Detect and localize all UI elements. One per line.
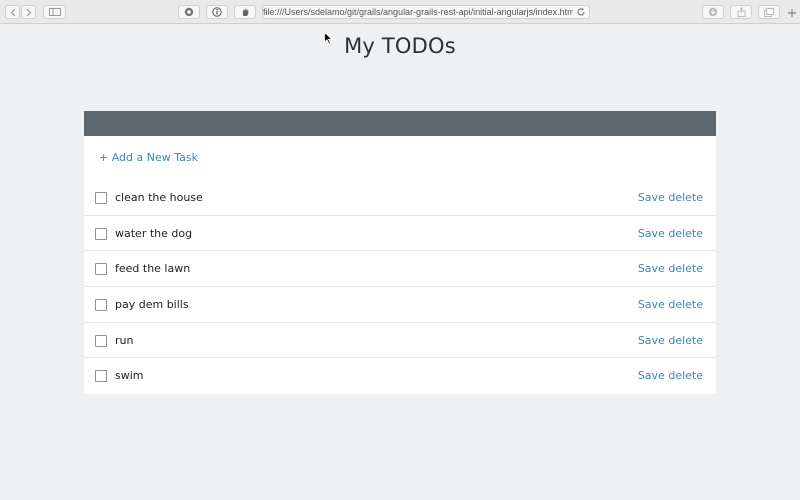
save-button[interactable]: Save — [638, 369, 665, 382]
task-row: run Save delete — [84, 323, 716, 359]
task-row: pay dem bills Save delete — [84, 287, 716, 323]
info-button[interactable] — [206, 5, 228, 19]
task-row: clean the house Save delete — [84, 180, 716, 216]
task-text[interactable]: pay dem bills — [115, 298, 189, 311]
forward-button[interactable] — [21, 5, 36, 19]
info-icon — [212, 7, 222, 17]
task-text[interactable]: feed the lawn — [115, 262, 190, 275]
save-button[interactable]: Save — [638, 262, 665, 275]
task-text[interactable]: water the dog — [115, 227, 192, 240]
address-bar[interactable]: file:///Users/sdelamo/git/grails/angular… — [262, 5, 590, 19]
extension-button-1[interactable] — [178, 5, 200, 19]
chevron-right-icon — [26, 8, 31, 16]
save-button[interactable]: Save — [638, 298, 665, 311]
extension-circle-icon — [184, 7, 194, 17]
add-task-link[interactable]: + Add a New Task — [99, 151, 198, 164]
save-button[interactable]: Save — [638, 191, 665, 204]
task-checkbox[interactable] — [95, 299, 107, 312]
task-checkbox[interactable] — [95, 263, 107, 276]
share-button[interactable] — [730, 5, 752, 19]
task-checkbox[interactable] — [95, 192, 107, 204]
delete-button[interactable]: delete — [668, 262, 703, 275]
chevron-left-icon — [10, 8, 15, 16]
task-actions: Save delete — [638, 369, 703, 382]
task-checkbox[interactable] — [95, 227, 107, 240]
task-text[interactable]: swim — [115, 369, 144, 382]
task-row: water the dog Save delete — [84, 216, 716, 252]
card-header-bar — [84, 111, 716, 136]
task-actions: Save delete — [638, 191, 703, 204]
delete-button[interactable]: delete — [668, 369, 703, 382]
task-row: feed the lawn Save delete — [84, 251, 716, 288]
sidebar-button[interactable] — [43, 5, 66, 19]
reload-icon[interactable] — [576, 7, 586, 17]
url-text: file:///Users/sdelamo/git/grails/angular… — [263, 7, 573, 17]
delete-button[interactable]: delete — [668, 191, 703, 204]
sidebar-icon — [48, 8, 61, 16]
save-button[interactable]: Save — [638, 334, 665, 347]
task-actions: Save delete — [638, 334, 703, 347]
task-text[interactable]: clean the house — [115, 191, 203, 204]
task-list: clean the house Save delete water the do… — [84, 180, 716, 394]
plus-icon[interactable] — [787, 8, 797, 18]
back-button[interactable] — [5, 5, 20, 19]
save-button[interactable]: Save — [638, 227, 665, 240]
task-actions: Save delete — [638, 262, 703, 275]
task-actions: Save delete — [638, 298, 703, 311]
mouse-cursor-icon — [324, 32, 333, 45]
todo-card: + Add a New Task clean the house Save de… — [84, 111, 716, 394]
task-checkbox[interactable] — [95, 370, 107, 383]
delete-button[interactable]: delete — [668, 298, 703, 311]
share-icon — [737, 7, 745, 17]
download-icon — [708, 7, 718, 17]
delete-button[interactable]: delete — [668, 334, 703, 347]
task-checkbox[interactable] — [95, 334, 107, 347]
tabs-button[interactable] — [758, 5, 780, 19]
page-title: My TODOs — [344, 34, 456, 58]
extension-button-2[interactable] — [234, 5, 256, 19]
tabs-icon — [764, 7, 774, 17]
downloads-button[interactable] — [702, 5, 724, 19]
task-actions: Save delete — [638, 227, 703, 240]
task-text[interactable]: run — [115, 334, 133, 347]
browser-toolbar: file:///Users/sdelamo/git/grails/angular… — [0, 0, 800, 24]
hand-icon — [242, 8, 248, 16]
task-row: swim Save delete — [84, 358, 716, 394]
delete-button[interactable]: delete — [668, 227, 703, 240]
